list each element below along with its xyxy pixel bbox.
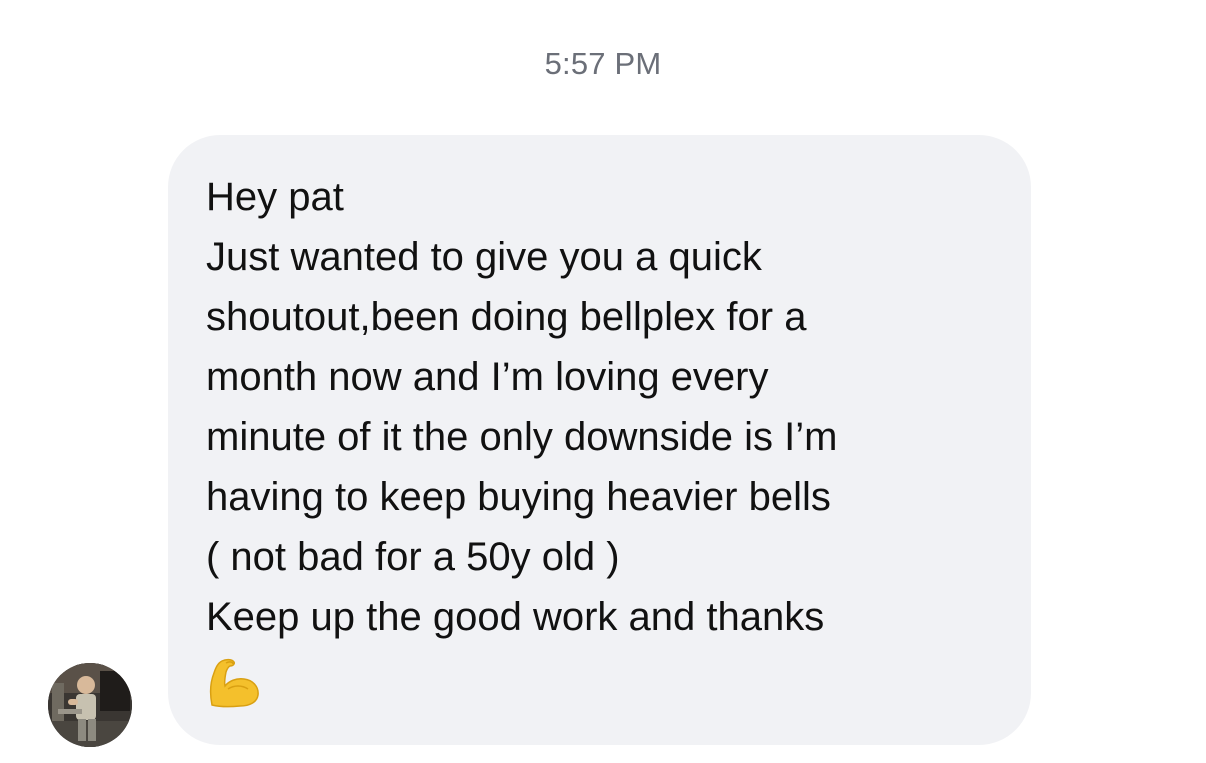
message-bubble[interactable]: Hey pat Just wanted to give you a quick … bbox=[168, 135, 1031, 745]
message-line: minute of it the only downside is I’m bbox=[206, 415, 838, 459]
avatar-photo-icon bbox=[48, 663, 132, 747]
message-line: Just wanted to give you a quick bbox=[206, 235, 762, 279]
message-line: shoutout,been doing bellplex for a bbox=[206, 295, 807, 339]
message-timestamp: 5:57 PM bbox=[544, 46, 662, 81]
message-line: Keep up the good work and thanks bbox=[206, 595, 825, 639]
message-line: having to keep buying heavier bells bbox=[206, 475, 831, 519]
sender-avatar[interactable] bbox=[48, 663, 132, 747]
message-line: ( not bad for a 50y old ) bbox=[206, 535, 620, 579]
message-line: Hey pat bbox=[206, 175, 344, 219]
flexed-biceps-icon bbox=[206, 655, 262, 709]
message-line: month now and I’m loving every bbox=[206, 355, 769, 399]
chat-thread: 5:57 PM Hey pat Just wanted to give you … bbox=[0, 0, 1206, 763]
